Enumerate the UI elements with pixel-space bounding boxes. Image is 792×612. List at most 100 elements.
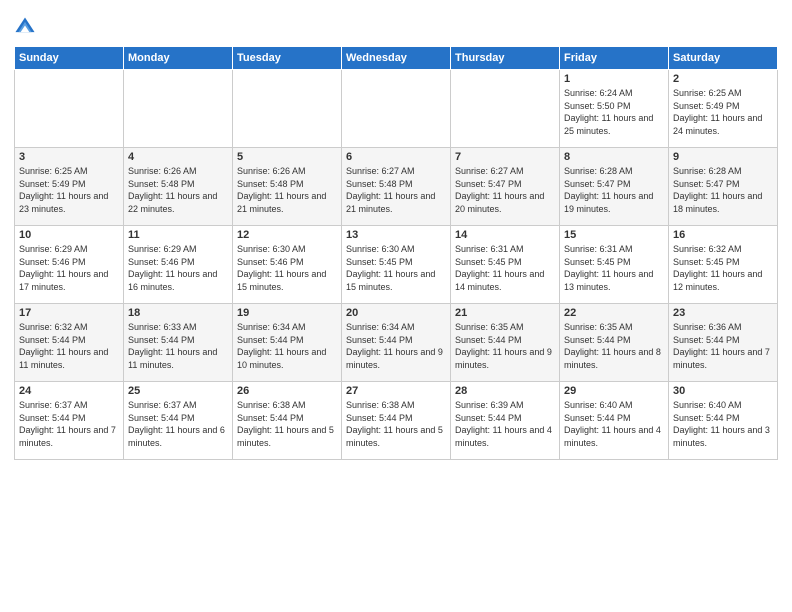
calendar-cell: 27 Sunrise: 6:38 AM Sunset: 5:44 PM Dayli… — [342, 382, 451, 460]
cell-info: Sunrise: 6:37 AM Sunset: 5:44 PM Dayligh… — [128, 399, 228, 449]
cell-info: Sunrise: 6:29 AM Sunset: 5:46 PM Dayligh… — [128, 243, 228, 293]
calendar-cell: 1Sunrise: 6:24 AM Sunset: 5:50 PM Daylig… — [560, 70, 669, 148]
header-cell-wednesday: Wednesday — [342, 47, 451, 70]
header-cell-thursday: Thursday — [451, 47, 560, 70]
day-number: 1 — [564, 73, 664, 85]
day-number: 15 — [564, 229, 664, 241]
header-cell-sunday: Sunday — [15, 47, 124, 70]
day-number: 10 — [19, 229, 119, 241]
calendar-table: SundayMondayTuesdayWednesdayThursdayFrid… — [14, 46, 778, 460]
day-number: 19 — [237, 307, 337, 319]
day-number: 2 — [673, 73, 773, 85]
cell-info: Sunrise: 6:32 AM Sunset: 5:45 PM Dayligh… — [673, 243, 773, 293]
day-number: 21 — [455, 307, 555, 319]
cell-info: Sunrise: 6:27 AM Sunset: 5:47 PM Dayligh… — [455, 165, 555, 215]
calendar-cell: 19 Sunrise: 6:34 AM Sunset: 5:44 PM Dayli… — [233, 304, 342, 382]
cell-info: Sunrise: 6:30 AM Sunset: 5:45 PM Dayligh… — [346, 243, 446, 293]
calendar-cell: 29 Sunrise: 6:40 AM Sunset: 5:44 PM Dayli… — [560, 382, 669, 460]
calendar-cell: 15Sunrise: 6:31 AM Sunset: 5:45 PM Dayli… — [560, 226, 669, 304]
cell-info: Sunrise: 6:35 AM Sunset: 5:44 PM Dayligh… — [564, 321, 664, 371]
day-number: 24 — [19, 385, 119, 397]
day-number: 7 — [455, 151, 555, 163]
cell-info: Sunrise: 6:40 AM Sunset: 5:44 PM Dayligh… — [673, 399, 773, 449]
day-number: 14 — [455, 229, 555, 241]
cell-info: Sunrise: 6:25 AM Sunset: 5:49 PM Dayligh… — [19, 165, 119, 215]
week-row-3: 10 Sunrise: 6:29 AM Sunset: 5:46 PM Dayli… — [15, 226, 778, 304]
cell-info: Sunrise: 6:36 AM Sunset: 5:44 PM Dayligh… — [673, 321, 773, 371]
day-number: 29 — [564, 385, 664, 397]
calendar-cell: 18Sunrise: 6:33 AM Sunset: 5:44 PM Dayli… — [124, 304, 233, 382]
day-number: 13 — [346, 229, 446, 241]
day-number: 3 — [19, 151, 119, 163]
day-number: 30 — [673, 385, 773, 397]
day-number: 6 — [346, 151, 446, 163]
logo-icon — [14, 16, 36, 38]
header-cell-saturday: Saturday — [669, 47, 778, 70]
header-cell-tuesday: Tuesday — [233, 47, 342, 70]
cell-info: Sunrise: 6:27 AM Sunset: 5:48 PM Dayligh… — [346, 165, 446, 215]
week-row-4: 17 Sunrise: 6:32 AM Sunset: 5:44 PM Dayli… — [15, 304, 778, 382]
calendar-cell: 4 Sunrise: 6:26 AM Sunset: 5:48 PM Daylig… — [124, 148, 233, 226]
week-row-2: 3 Sunrise: 6:25 AM Sunset: 5:49 PM Daylig… — [15, 148, 778, 226]
header-row: SundayMondayTuesdayWednesdayThursdayFrid… — [15, 47, 778, 70]
cell-info: Sunrise: 6:40 AM Sunset: 5:44 PM Dayligh… — [564, 399, 664, 449]
calendar-cell — [15, 70, 124, 148]
calendar-cell — [342, 70, 451, 148]
calendar-cell: 16 Sunrise: 6:32 AM Sunset: 5:45 PM Dayli… — [669, 226, 778, 304]
day-number: 27 — [346, 385, 446, 397]
cell-info: Sunrise: 6:28 AM Sunset: 5:47 PM Dayligh… — [564, 165, 664, 215]
calendar-cell: 23Sunrise: 6:36 AM Sunset: 5:44 PM Dayli… — [669, 304, 778, 382]
cell-info: Sunrise: 6:34 AM Sunset: 5:44 PM Dayligh… — [237, 321, 337, 371]
day-number: 17 — [19, 307, 119, 319]
logo — [14, 16, 38, 38]
day-number: 20 — [346, 307, 446, 319]
day-number: 16 — [673, 229, 773, 241]
header — [14, 10, 778, 38]
cell-info: Sunrise: 6:34 AM Sunset: 5:44 PM Dayligh… — [346, 321, 446, 371]
cell-info: Sunrise: 6:30 AM Sunset: 5:46 PM Dayligh… — [237, 243, 337, 293]
cell-info: Sunrise: 6:28 AM Sunset: 5:47 PM Dayligh… — [673, 165, 773, 215]
calendar-cell: 24 Sunrise: 6:37 AM Sunset: 5:44 PM Dayli… — [15, 382, 124, 460]
day-number: 4 — [128, 151, 228, 163]
cell-info: Sunrise: 6:26 AM Sunset: 5:48 PM Dayligh… — [128, 165, 228, 215]
calendar-cell: 13 Sunrise: 6:30 AM Sunset: 5:45 PM Dayli… — [342, 226, 451, 304]
calendar-cell: 10 Sunrise: 6:29 AM Sunset: 5:46 PM Dayli… — [15, 226, 124, 304]
calendar-cell: 2 Sunrise: 6:25 AM Sunset: 5:49 PM Daylig… — [669, 70, 778, 148]
cell-info: Sunrise: 6:33 AM Sunset: 5:44 PM Dayligh… — [128, 321, 228, 371]
calendar-cell: 25 Sunrise: 6:37 AM Sunset: 5:44 PM Dayli… — [124, 382, 233, 460]
day-number: 11 — [128, 229, 228, 241]
header-cell-friday: Friday — [560, 47, 669, 70]
cell-info: Sunrise: 6:37 AM Sunset: 5:44 PM Dayligh… — [19, 399, 119, 449]
calendar-cell: 30 Sunrise: 6:40 AM Sunset: 5:44 PM Dayli… — [669, 382, 778, 460]
cell-info: Sunrise: 6:29 AM Sunset: 5:46 PM Dayligh… — [19, 243, 119, 293]
day-number: 8 — [564, 151, 664, 163]
cell-info: Sunrise: 6:39 AM Sunset: 5:44 PM Dayligh… — [455, 399, 555, 449]
day-number: 5 — [237, 151, 337, 163]
day-number: 9 — [673, 151, 773, 163]
calendar-cell: 21 Sunrise: 6:35 AM Sunset: 5:44 PM Dayli… — [451, 304, 560, 382]
day-number: 22 — [564, 307, 664, 319]
day-number: 26 — [237, 385, 337, 397]
cell-info: Sunrise: 6:32 AM Sunset: 5:44 PM Dayligh… — [19, 321, 119, 371]
header-cell-monday: Monday — [124, 47, 233, 70]
cell-info: Sunrise: 6:35 AM Sunset: 5:44 PM Dayligh… — [455, 321, 555, 371]
calendar-cell: 11 Sunrise: 6:29 AM Sunset: 5:46 PM Dayli… — [124, 226, 233, 304]
calendar-cell: 9 Sunrise: 6:28 AM Sunset: 5:47 PM Daylig… — [669, 148, 778, 226]
calendar-cell: 8 Sunrise: 6:28 AM Sunset: 5:47 PM Daylig… — [560, 148, 669, 226]
calendar-cell — [233, 70, 342, 148]
calendar-cell: 6 Sunrise: 6:27 AM Sunset: 5:48 PM Daylig… — [342, 148, 451, 226]
day-number: 28 — [455, 385, 555, 397]
page: SundayMondayTuesdayWednesdayThursdayFrid… — [0, 0, 792, 612]
calendar-cell: 22 Sunrise: 6:35 AM Sunset: 5:44 PM Dayli… — [560, 304, 669, 382]
cell-info: Sunrise: 6:26 AM Sunset: 5:48 PM Dayligh… — [237, 165, 337, 215]
week-row-5: 24 Sunrise: 6:37 AM Sunset: 5:44 PM Dayli… — [15, 382, 778, 460]
calendar-cell: 20 Sunrise: 6:34 AM Sunset: 5:44 PM Dayli… — [342, 304, 451, 382]
cell-info: Sunrise: 6:38 AM Sunset: 5:44 PM Dayligh… — [346, 399, 446, 449]
calendar-cell: 26 Sunrise: 6:38 AM Sunset: 5:44 PM Dayli… — [233, 382, 342, 460]
day-number: 25 — [128, 385, 228, 397]
cell-info: Sunrise: 6:25 AM Sunset: 5:49 PM Dayligh… — [673, 87, 773, 137]
calendar-cell: 5 Sunrise: 6:26 AM Sunset: 5:48 PM Daylig… — [233, 148, 342, 226]
cell-info: Sunrise: 6:38 AM Sunset: 5:44 PM Dayligh… — [237, 399, 337, 449]
day-number: 12 — [237, 229, 337, 241]
calendar-cell: 12 Sunrise: 6:30 AM Sunset: 5:46 PM Dayli… — [233, 226, 342, 304]
